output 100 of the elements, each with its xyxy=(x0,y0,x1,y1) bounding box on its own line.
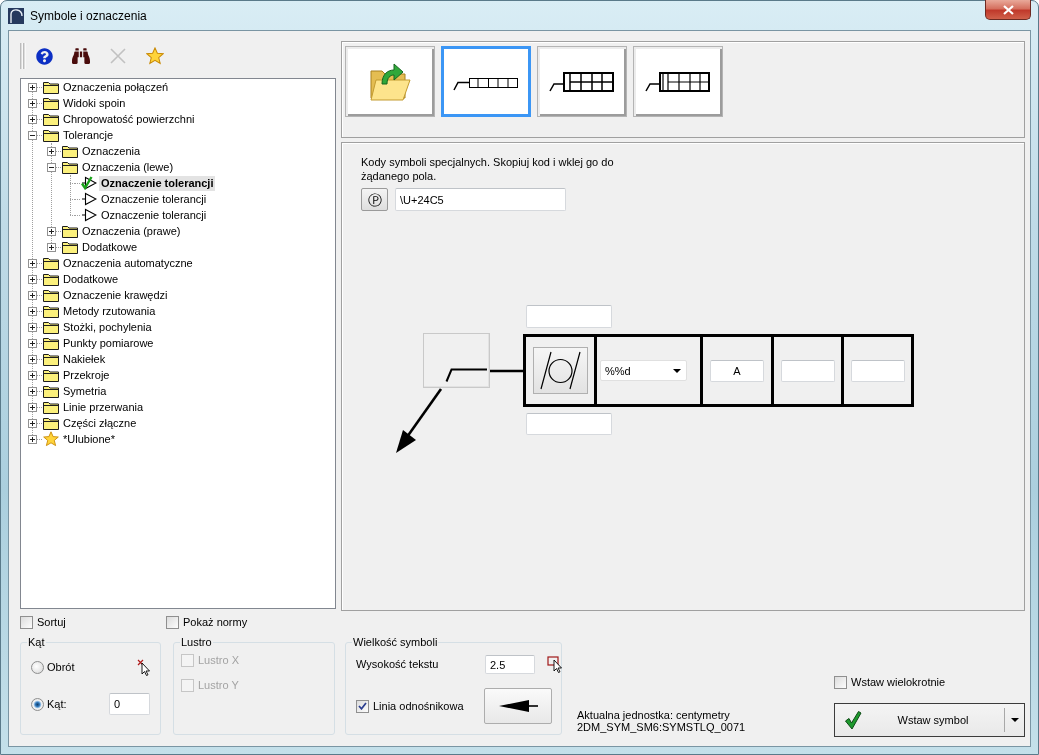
tolerance-frame-icon xyxy=(549,70,615,93)
tree-item[interactable]: Dodatkowe xyxy=(80,239,140,255)
checkbox[interactable] xyxy=(166,616,179,629)
hint-text: Kody symboli specjalnych. Skopiuj kod i wklej go do żądanego pola. xyxy=(361,155,615,183)
caret-down-icon xyxy=(1010,718,1019,722)
checkbox-label[interactable]: Sortuj xyxy=(37,616,66,629)
collapse-icon[interactable] xyxy=(47,162,56,172)
folder-icon xyxy=(43,320,59,334)
expand-icon[interactable] xyxy=(28,258,37,268)
datum-field[interactable]: A xyxy=(710,359,764,382)
symbol-type-button[interactable] xyxy=(537,46,627,117)
checkbox[interactable] xyxy=(834,676,847,689)
text-field[interactable] xyxy=(526,305,612,328)
angle-field[interactable]: 0 xyxy=(109,693,150,715)
split-button[interactable]: Wstaw symbol xyxy=(834,703,1025,737)
arrowhead-button[interactable] xyxy=(484,688,552,724)
star-icon xyxy=(146,47,164,65)
checkbox[interactable] xyxy=(356,699,369,713)
tree-item[interactable]: Przekroje xyxy=(61,367,112,383)
help-icon xyxy=(35,47,53,65)
tree-item[interactable]: Oznaczenia automatyczne xyxy=(61,255,195,271)
tree-item[interactable]: Widoki spoin xyxy=(61,95,128,111)
checkbox-label[interactable]: Linia odnośnikowa xyxy=(373,699,464,713)
expand-icon[interactable] xyxy=(28,322,37,332)
expand-icon[interactable] xyxy=(28,98,37,108)
folder-icon xyxy=(62,240,78,254)
radio-button[interactable] xyxy=(31,697,44,711)
symbol-type-button[interactable] xyxy=(633,46,723,117)
collapse-icon[interactable] xyxy=(28,130,37,140)
code-field[interactable]: \U+24C5 xyxy=(395,188,566,211)
tree-item[interactable]: Stożki, pochylenia xyxy=(61,319,154,335)
tree-item[interactable]: Oznaczenie tolerancji xyxy=(99,191,209,207)
close-button[interactable] xyxy=(985,0,1031,20)
radio-label[interactable]: Kąt: xyxy=(47,697,67,711)
expand-icon[interactable] xyxy=(28,418,37,428)
datum-field[interactable] xyxy=(850,359,905,382)
leader-style-button[interactable] xyxy=(423,333,490,388)
app-icon xyxy=(8,7,24,24)
expand-icon[interactable] xyxy=(28,306,37,316)
tree-item[interactable]: Punkty pomiarowe xyxy=(61,335,156,351)
tree-item[interactable]: Symetria xyxy=(61,383,109,399)
insert-symbol-button[interactable]: Wstaw symbol xyxy=(835,704,1004,736)
tree-item[interactable]: Oznaczenia (lewe) xyxy=(80,159,176,175)
text-height-field[interactable]: 2.5 xyxy=(485,655,535,674)
folder-icon xyxy=(43,304,59,318)
cursor-pick-icon[interactable] xyxy=(137,658,151,676)
special-symbol-button[interactable]: Ⓟ xyxy=(361,188,388,211)
caret-down-icon xyxy=(673,368,681,373)
star-icon xyxy=(43,431,59,447)
expand-icon[interactable] xyxy=(28,338,37,348)
tree-item[interactable]: Oznaczenie tolerancji xyxy=(99,207,209,223)
radio-button[interactable] xyxy=(31,660,44,674)
checkbox-label[interactable]: Pokaż normy xyxy=(183,616,248,629)
text-field[interactable] xyxy=(526,413,612,435)
expand-icon[interactable] xyxy=(28,274,37,284)
expand-icon[interactable] xyxy=(28,386,37,396)
tree-item[interactable]: Części złączne xyxy=(61,415,139,431)
tree-item[interactable]: Oznaczenia xyxy=(80,143,143,159)
symbol-type-button[interactable] xyxy=(441,46,531,117)
folder-icon xyxy=(43,352,59,366)
folder-icon xyxy=(43,416,59,430)
tree-item[interactable]: *Ulubione* xyxy=(61,431,117,447)
folder-icon xyxy=(43,368,59,382)
expand-icon[interactable] xyxy=(28,402,37,412)
checkbox-label[interactable]: Wstaw wielokrotnie xyxy=(851,676,946,689)
expand-icon[interactable] xyxy=(28,114,37,124)
cursor-pick-icon[interactable] xyxy=(547,656,563,673)
tree-item[interactable]: Nakiełek xyxy=(61,351,108,367)
tree-item[interactable]: Oznaczenie krawędzi xyxy=(61,287,170,303)
checkbox[interactable] xyxy=(20,616,33,629)
folder-icon xyxy=(43,96,59,110)
cross-icon xyxy=(110,48,126,64)
expand-icon[interactable] xyxy=(28,82,37,92)
folder-icon xyxy=(43,256,59,270)
tree-item[interactable]: Linie przerwania xyxy=(61,399,146,415)
expand-icon[interactable] xyxy=(28,290,37,300)
tree-item[interactable]: Oznaczenie tolerancji xyxy=(99,175,216,191)
expand-icon[interactable] xyxy=(47,146,56,156)
modifier-dropdown[interactable]: %%d xyxy=(600,360,687,381)
folder-icon xyxy=(62,160,78,174)
datum-field[interactable] xyxy=(780,359,835,382)
expand-icon[interactable] xyxy=(28,354,37,364)
tree-item[interactable]: Chropowatość powierzchni xyxy=(61,111,197,127)
tree-item[interactable]: Oznaczenia (prawe) xyxy=(80,223,183,239)
expand-icon[interactable] xyxy=(28,370,37,380)
expand-icon[interactable] xyxy=(28,434,37,444)
group-title: Kąt xyxy=(27,636,46,648)
folder-icon xyxy=(43,272,59,286)
tree-item[interactable]: Tolerancje xyxy=(61,127,116,143)
expand-icon[interactable] xyxy=(47,226,56,236)
toolbar-grip-icon[interactable] xyxy=(20,43,26,69)
pennant-icon xyxy=(81,192,97,206)
tree-item[interactable]: Metody rzutowania xyxy=(61,303,158,319)
expand-icon[interactable] xyxy=(47,242,56,252)
field-label: Wysokość tekstu xyxy=(356,658,440,671)
radio-label[interactable]: Obrót xyxy=(47,660,75,674)
tree-item[interactable]: Oznaczenia połączeń xyxy=(61,79,171,95)
characteristic-button[interactable] xyxy=(532,347,588,394)
symbol-id-text: 2DM_SYM_SM6:SYMSTLQ_0071 xyxy=(577,721,746,733)
tree-item[interactable]: Dodatkowe xyxy=(61,271,121,287)
